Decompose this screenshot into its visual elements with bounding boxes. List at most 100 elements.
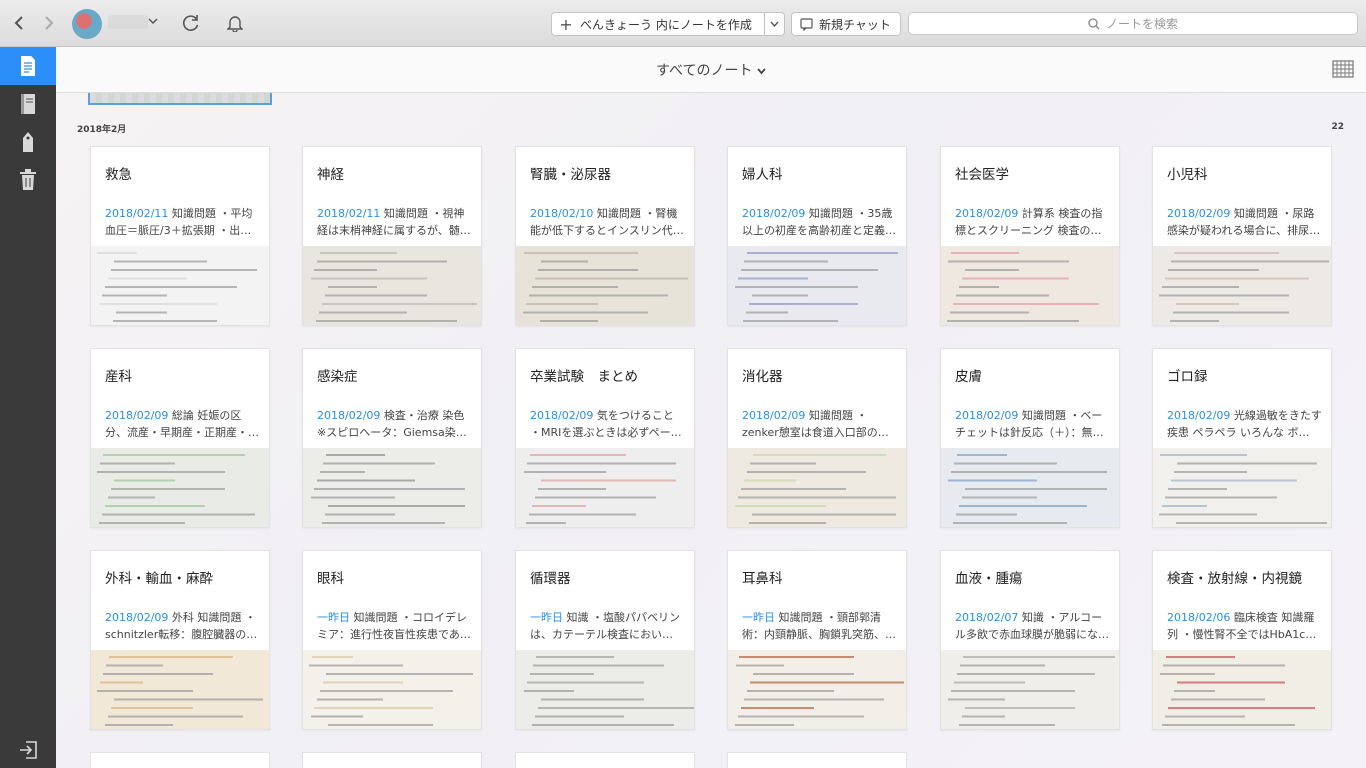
note-snippet: 2018/02/06 臨床検査 知識羅列 ・慢性腎不全ではHbA1cが… bbox=[1167, 609, 1323, 643]
back-button[interactable] bbox=[10, 11, 28, 35]
note-date: 2018/02/07 bbox=[955, 611, 1019, 624]
note-thumbnail bbox=[728, 448, 906, 527]
create-note-button[interactable]: + べんきょーう 内にノートを作成 bbox=[551, 12, 785, 36]
new-chat-button[interactable]: 新規チャット bbox=[791, 12, 901, 36]
note-card[interactable]: 小児科 2018/02/09 知識問題 ・尿路感染が疑われる場合に、排尿時… bbox=[1152, 146, 1332, 326]
create-note-label: べんきょーう 内にノートを作成 bbox=[580, 17, 752, 32]
note-title: 外科・輸血・麻酔 bbox=[105, 571, 213, 587]
note-title: 婦人科 bbox=[742, 167, 783, 183]
forward-button[interactable] bbox=[40, 11, 58, 35]
note-snippet: 2018/02/11 知識問題 ・平均血圧＝脈圧/3＋拡張期 ・出血… bbox=[105, 205, 261, 239]
note-card[interactable]: 婦人科 2018/02/09 知識問題 ・35歳以上の初産を高齢初産と定義す… bbox=[727, 146, 907, 326]
note-snippet: 2018/02/09 検査・治療 染色 ※スピロヘータ：Giemsa染色… bbox=[317, 407, 473, 441]
note-card[interactable] bbox=[727, 752, 907, 768]
note-card[interactable]: 循環器一昨日 知識 ・塩酸パパベリンは、カテーテル検査において、… bbox=[515, 550, 695, 730]
note-title: 社会医学 bbox=[955, 167, 1009, 183]
note-date: 2018/02/06 bbox=[1167, 611, 1231, 624]
create-note-dropdown[interactable] bbox=[764, 13, 784, 35]
view-title-dropdown[interactable]: すべてのノート bbox=[656, 60, 766, 80]
sidebar bbox=[0, 47, 56, 768]
note-thumbnail bbox=[303, 448, 481, 527]
note-date: 2018/02/09 bbox=[530, 409, 594, 422]
note-card[interactable]: 救急 2018/02/11 知識問題 ・平均血圧＝脈圧/3＋拡張期 ・出血… bbox=[90, 146, 270, 326]
note-thumbnail bbox=[1153, 650, 1331, 729]
note-card[interactable]: 外科・輸血・麻酔 2018/02/09 外科 知識問題 ・schnitzler転移… bbox=[90, 550, 270, 730]
note-card[interactable]: 眼科一昨日 知識問題 ・コロイデレミア：進行性夜盲性疾患であり… bbox=[302, 550, 482, 730]
note-card[interactable] bbox=[90, 752, 270, 768]
note-date: 2018/02/10 bbox=[530, 207, 594, 220]
note-snippet: 一昨日 知識問題 ・コロイデレミア：進行性夜盲性疾患であり… bbox=[317, 609, 473, 643]
note-card[interactable]: 検査・放射線・内視鏡 2018/02/06 臨床検査 知識羅列 ・慢性腎不全ではH… bbox=[1152, 550, 1332, 730]
sidebar-item-tags[interactable] bbox=[0, 123, 56, 161]
note-card[interactable]: 卒業試験 まとめ 2018/02/09 気をつけること ・MRIを選ぶときは必ずペ… bbox=[515, 348, 695, 528]
note-thumbnail bbox=[1153, 246, 1331, 325]
account-chevron-down-icon[interactable] bbox=[148, 15, 158, 28]
search-input[interactable]: ノートを検索 bbox=[908, 12, 1358, 35]
note-card[interactable]: 皮膚 2018/02/09 知識問題 ・ベーチェットは針反応（＋）：無菌… bbox=[940, 348, 1120, 528]
note-title: 神経 bbox=[317, 167, 344, 183]
notifications-button[interactable] bbox=[224, 11, 246, 35]
note-card[interactable]: 耳鼻科一昨日 知識問題 ・頸部郭清術：内頸静脈、胸鎖乳突筋、副… bbox=[727, 550, 907, 730]
note-card[interactable] bbox=[515, 752, 695, 768]
plus-icon: + bbox=[559, 14, 573, 34]
note-title: 皮膚 bbox=[955, 369, 982, 385]
note-thumbnail bbox=[91, 246, 269, 325]
note-snippet: 2018/02/07 知識 ・アルコール多飲で赤血球膜が脆弱になり… bbox=[955, 609, 1111, 643]
note-thumbnail bbox=[91, 650, 269, 729]
grid-view-icon[interactable] bbox=[1332, 60, 1354, 78]
note-card[interactable] bbox=[302, 752, 482, 768]
sign-out-icon bbox=[20, 741, 37, 759]
sidebar-item-notebooks[interactable] bbox=[0, 85, 56, 123]
note-snippet: 2018/02/09 知識問題 ・尿路感染が疑われる場合に、排尿時… bbox=[1167, 205, 1323, 239]
note-card[interactable]: 神経 2018/02/11 知識問題 ・視神経は末梢神経に属するが、髄鞘… bbox=[302, 146, 482, 326]
note-thumbnail bbox=[941, 650, 1119, 729]
note-snippet: 2018/02/09 知識問題 ・35歳以上の初産を高齢初産と定義す… bbox=[742, 205, 898, 239]
note-thumbnail bbox=[728, 650, 906, 729]
note-title: 血液・腫瘍 bbox=[955, 571, 1023, 587]
account-name[interactable] bbox=[108, 15, 148, 29]
note-snippet: 2018/02/11 知識問題 ・視神経は末梢神経に属するが、髄鞘… bbox=[317, 205, 473, 239]
note-thumbnail bbox=[1153, 448, 1331, 527]
sync-button[interactable] bbox=[180, 11, 202, 35]
note-title: 眼科 bbox=[317, 571, 344, 587]
previous-note-thumbnail[interactable] bbox=[88, 93, 272, 105]
note-card[interactable]: 血液・腫瘍 2018/02/07 知識 ・アルコール多飲で赤血球膜が脆弱になり… bbox=[940, 550, 1120, 730]
note-snippet: 一昨日 知識 ・塩酸パパベリンは、カテーテル検査において、… bbox=[530, 609, 686, 643]
note-card[interactable]: 腎臓・泌尿器 2018/02/10 知識問題 ・腎機能が低下するとインスリン代謝… bbox=[515, 146, 695, 326]
note-card[interactable]: ゴロ録 2018/02/09 光線過敏をきたす疾患 ペラペラ いろんな ボ… bbox=[1152, 348, 1332, 528]
new-chat-label: 新規チャット bbox=[819, 17, 891, 32]
note-snippet: 2018/02/09 光線過敏をきたす疾患 ペラペラ いろんな ボ… bbox=[1167, 407, 1323, 441]
note-title: ゴロ録 bbox=[1167, 369, 1208, 385]
notebooks-icon bbox=[21, 94, 35, 114]
note-card[interactable]: 消化器 2018/02/09 知識問題 ・zenker憩室は食道入口部の憩… bbox=[727, 348, 907, 528]
note-title: 循環器 bbox=[530, 571, 571, 587]
note-card[interactable]: 産科 2018/02/09 総論 妊娠の区分、流産・早期産・正期産・過… bbox=[90, 348, 270, 528]
sidebar-item-notes[interactable] bbox=[0, 47, 56, 85]
note-card[interactable]: 社会医学 2018/02/09 計算系 検査の指標とスクリーニング 検査の結… bbox=[940, 146, 1120, 326]
note-title: 感染症 bbox=[317, 369, 358, 385]
note-date: 2018/02/11 bbox=[105, 207, 169, 220]
note-card[interactable]: 感染症 2018/02/09 検査・治療 染色 ※スピロヘータ：Giemsa染色… bbox=[302, 348, 482, 528]
note-title: 消化器 bbox=[742, 369, 783, 385]
search-icon bbox=[1088, 17, 1100, 29]
page-title: すべてのノート bbox=[656, 62, 753, 79]
note-title: 検査・放射線・内視鏡 bbox=[1167, 571, 1302, 587]
note-date: 2018/02/09 bbox=[742, 409, 806, 422]
bell-icon bbox=[227, 16, 243, 32]
note-title: 小児科 bbox=[1167, 167, 1208, 183]
title-toolbar: + べんきょーう 内にノートを作成 新規チャット ノートを検索 bbox=[0, 0, 1366, 47]
note-snippet: 一昨日 知識問題 ・頸部郭清術：内頸静脈、胸鎖乳突筋、副… bbox=[742, 609, 898, 643]
sidebar-item-trash[interactable] bbox=[0, 161, 56, 199]
tags-icon bbox=[23, 132, 33, 152]
notes-icon bbox=[21, 56, 35, 76]
account-avatar[interactable] bbox=[72, 9, 102, 39]
note-date: 一昨日 bbox=[530, 611, 563, 624]
note-title: 耳鼻科 bbox=[742, 571, 783, 587]
note-date: 2018/02/09 bbox=[317, 409, 381, 422]
note-date: 一昨日 bbox=[742, 611, 775, 624]
note-date: 2018/02/09 bbox=[1167, 409, 1231, 422]
note-snippet: 2018/02/09 知識問題 ・zenker憩室は食道入口部の憩… bbox=[742, 407, 898, 441]
sign-out-button[interactable] bbox=[0, 731, 56, 768]
note-date: 2018/02/11 bbox=[317, 207, 381, 220]
chevron-right-icon bbox=[45, 16, 54, 30]
